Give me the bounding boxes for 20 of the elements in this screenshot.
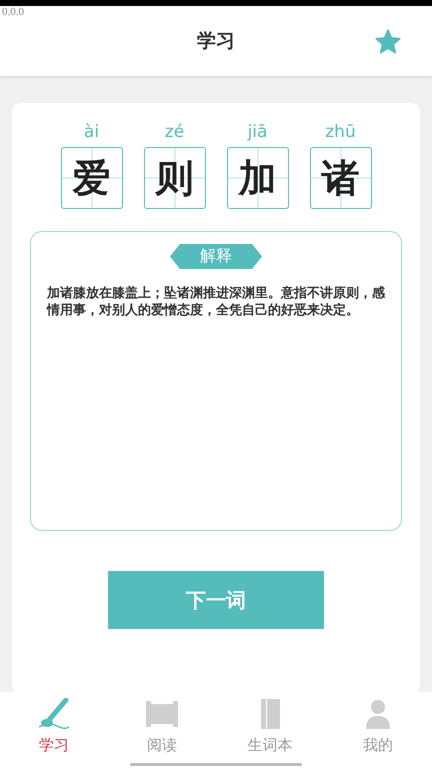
pinyin-text: jiā: [248, 121, 268, 143]
next-word-button[interactable]: 下一词: [108, 571, 324, 629]
pinyin-text: zhū: [325, 121, 356, 143]
pinyin-text: zé: [164, 121, 184, 143]
star-icon[interactable]: [374, 28, 402, 56]
nav-tab[interactable]: 我的: [324, 692, 432, 768]
page-title: 学习: [197, 29, 235, 54]
character-grid: 则: [144, 147, 206, 209]
nav-tab[interactable]: 阅读: [108, 692, 216, 768]
nav-tab[interactable]: 学习: [0, 692, 108, 768]
character-grid: 加: [226, 147, 288, 209]
pinyin-text: ài: [84, 121, 100, 143]
scroll-icon: [145, 698, 179, 730]
section-label: 解释: [170, 244, 262, 269]
nav-tab[interactable]: 生词本: [216, 692, 324, 768]
character-grid: 诸: [310, 147, 372, 209]
brush-icon: [37, 698, 71, 730]
version-text: 0.0.0: [2, 6, 24, 18]
explanation-text: 加诸膝放在膝盖上；坠诸渊推进深渊里。意指不讲原则，感情用事，对别人的爱憎态度，全凭自己的好恶来决定。: [47, 285, 386, 319]
character-grid: 爱: [60, 147, 122, 209]
